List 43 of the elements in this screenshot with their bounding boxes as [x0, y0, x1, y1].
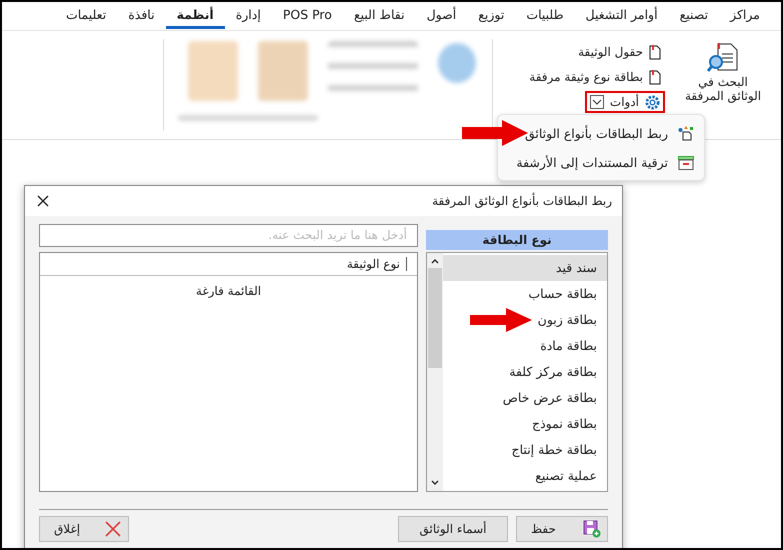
menu-tab[interactable]: نقاط البيع: [342, 3, 416, 29]
menu-tab[interactable]: إدارة: [224, 3, 272, 29]
document-names-button[interactable]: أسماء الوثائق: [398, 516, 508, 542]
list-item[interactable]: سند قيد: [443, 255, 607, 281]
list-item[interactable]: عملية تصنيع: [443, 463, 607, 489]
dialog-title: ربط البطاقات بأنواع الوثائق المرفقة: [432, 194, 612, 208]
list-item-label: بطاقة نموذج: [532, 415, 597, 433]
list-item[interactable]: بطاقة عرض خاص: [443, 385, 607, 411]
list-item-label: بطاقة مادة: [540, 337, 597, 355]
menu-tab[interactable]: أوامر التشغيل: [574, 3, 669, 29]
menu-tab[interactable]: أنظمة: [166, 3, 225, 29]
list-item-label: بطاقة عرض خاص: [502, 389, 597, 407]
ribbon-item[interactable]: حقول الوثيقة: [574, 41, 665, 63]
menu-tab[interactable]: POS Pro: [272, 3, 343, 29]
list-item-label: بطاقة خطة إنتاج: [512, 441, 597, 459]
column-header: نوع الوثيقة: [346, 257, 407, 271]
empty-list-message: القائمة فارغة: [194, 283, 262, 298]
close-button[interactable]: إغلاق: [39, 516, 129, 542]
list-item[interactable]: بطاقة مركز كلفة: [443, 359, 607, 385]
list-item[interactable]: بطاقة مادة: [443, 333, 607, 359]
menu-tab[interactable]: مراكز: [719, 3, 771, 29]
list-item[interactable]: بطاقة زبون: [443, 307, 607, 333]
column-header: نوع البطاقة: [426, 230, 608, 250]
menu-tab[interactable]: نافذة: [117, 3, 166, 29]
list-item-label: بطاقة حساب: [528, 285, 597, 303]
list-item[interactable]: بطاقة نموذج: [443, 411, 607, 437]
menu-tab[interactable]: طلبيات: [515, 3, 575, 29]
menu-tab[interactable]: توزيع: [467, 3, 516, 29]
ribbon-item[interactable]: بطاقة نوع وثيقة مرفقة: [525, 66, 665, 88]
menu-tab[interactable]: تصنيع: [668, 3, 720, 29]
list-item-label: سند قيد: [556, 259, 597, 277]
list-item-label: بطاقة مركز كلفة: [509, 363, 597, 381]
menu-tab[interactable]: تعليمات: [54, 3, 118, 29]
search-attachments-button[interactable]: البحث في الوثائق المرفقة: [673, 35, 773, 109]
menu-item[interactable]: ترقية المستندات إلى الأرشفة: [498, 148, 704, 177]
list-item[interactable]: بطاقة خطة إنتاج: [443, 437, 607, 463]
menu-item[interactable]: ربط البطاقات بأنواع الوثائق: [498, 118, 704, 148]
menu-tab[interactable]: أصول: [416, 3, 468, 29]
save-button[interactable]: حفظ: [516, 516, 608, 542]
list-item[interactable]: بطاقة حساب: [443, 281, 607, 307]
tools-button[interactable]: أدوات: [584, 91, 665, 113]
list-item-label: بطاقة زبون: [538, 311, 597, 329]
list-item-label: عملية تصنيع: [535, 467, 597, 485]
